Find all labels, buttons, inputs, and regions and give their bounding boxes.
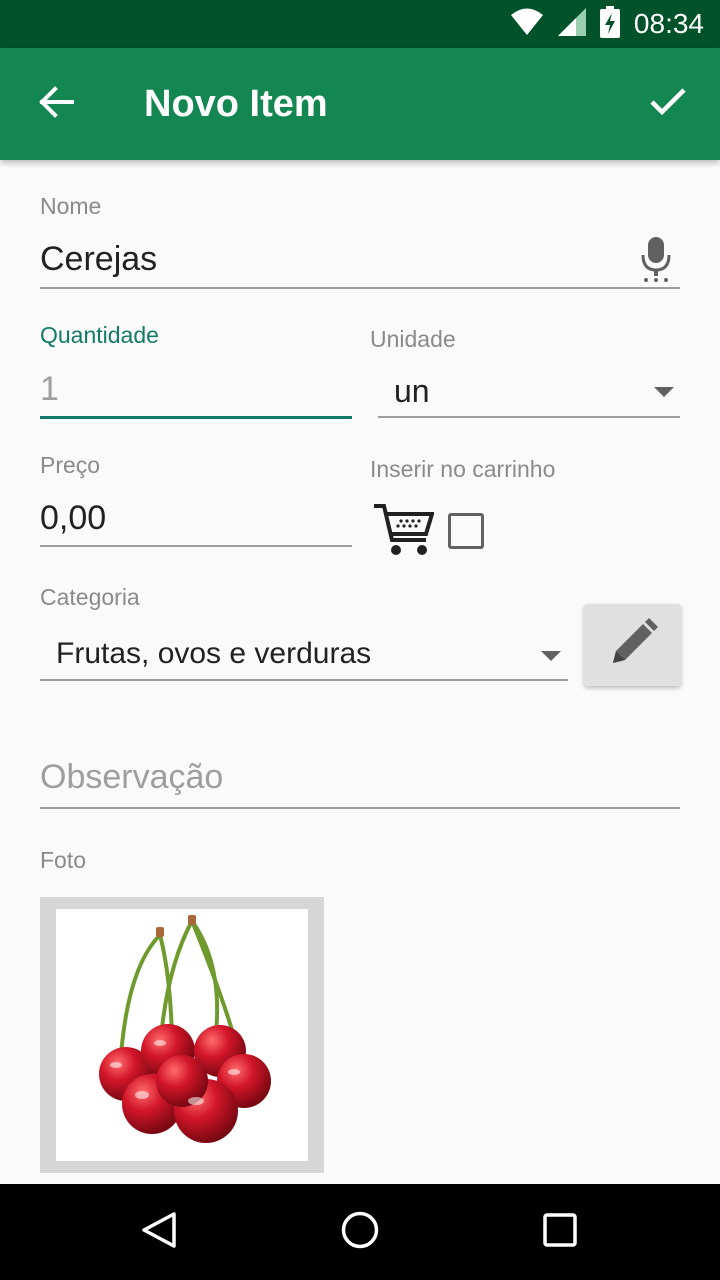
app-bar: Novo Item	[0, 48, 720, 160]
observacao-underline	[40, 807, 680, 809]
unidade-underline	[378, 416, 680, 418]
preco-label: Preço	[40, 452, 101, 478]
navigation-bar	[0, 1184, 720, 1280]
categoria-underline	[40, 679, 568, 681]
observacao-input[interactable]: Observação	[40, 758, 223, 797]
nav-back-button[interactable]	[112, 1184, 208, 1280]
quantidade-input[interactable]: 1	[40, 370, 59, 409]
recents-square-icon	[542, 1212, 578, 1252]
back-triangle-icon	[140, 1210, 180, 1254]
battery-charging-icon	[599, 6, 620, 42]
unidade-select[interactable]: un	[394, 373, 430, 410]
quantidade-underline	[40, 416, 352, 419]
status-bar: 08:34	[0, 0, 720, 48]
carrinho-checkbox[interactable]	[448, 513, 484, 549]
nome-label: Nome	[40, 193, 102, 219]
foto-label: Foto	[40, 847, 87, 873]
status-icons: 08:34	[510, 0, 704, 48]
carrinho-label: Inserir no carrinho	[370, 456, 556, 482]
categoria-select[interactable]: Frutas, ovos e verduras	[56, 637, 371, 671]
preco-input[interactable]: 0,00	[40, 499, 106, 538]
page-title: Novo Item	[144, 83, 328, 125]
signal-icon	[557, 8, 586, 40]
quantidade-label: Quantidade	[40, 322, 159, 348]
chevron-down-icon[interactable]	[541, 651, 561, 661]
categoria-label: Categoria	[40, 584, 140, 610]
unidade-label: Unidade	[370, 326, 456, 352]
shopping-cart-icon	[372, 502, 435, 562]
chevron-down-icon[interactable]	[654, 387, 674, 397]
arrow-left-icon	[38, 86, 74, 122]
status-clock: 08:34	[633, 8, 704, 39]
nav-recents-button[interactable]	[512, 1184, 608, 1280]
edit-category-button[interactable]	[584, 604, 681, 686]
microphone-icon[interactable]	[640, 235, 672, 287]
confirm-button[interactable]	[636, 76, 700, 132]
back-button[interactable]	[28, 76, 84, 132]
nome-input[interactable]: Cerejas	[40, 240, 157, 279]
home-circle-icon	[340, 1210, 380, 1254]
photo-frame[interactable]	[40, 897, 324, 1173]
preco-underline	[40, 545, 352, 547]
wifi-icon	[510, 8, 544, 40]
pencil-icon	[607, 617, 659, 673]
nav-home-button[interactable]	[312, 1184, 408, 1280]
nome-underline	[40, 287, 680, 289]
check-icon	[649, 87, 687, 121]
cherries-photo	[56, 909, 308, 1161]
